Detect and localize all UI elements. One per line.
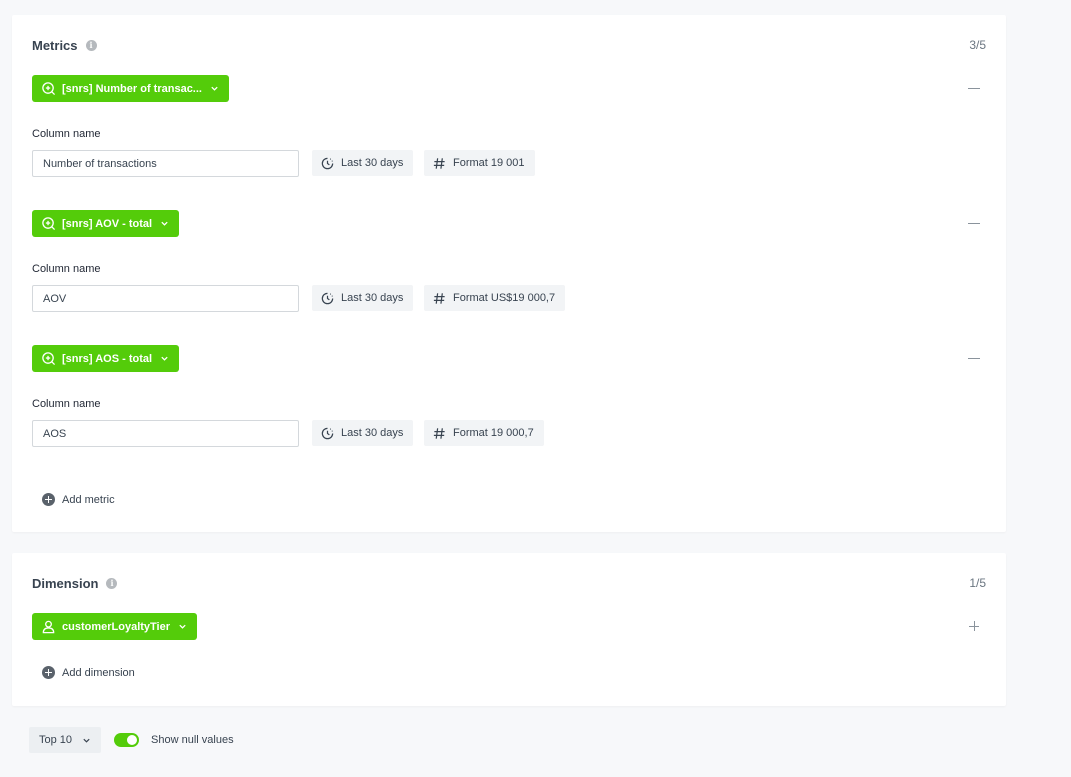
- metrics-title: Metrics i: [32, 38, 97, 53]
- add-dimension-button[interactable]: Add dimension: [42, 666, 135, 679]
- chevron-down-icon: [161, 356, 168, 361]
- remove-metric-button[interactable]: [967, 351, 981, 365]
- dimension-counter: 1/5: [969, 576, 986, 590]
- add-sub-dimension-button[interactable]: [967, 619, 981, 633]
- metric-item: [snrs] Number of transac... Column name …: [32, 75, 986, 185]
- metrics-card: Metrics i 3/5 [snrs] Number of transac..…: [12, 15, 1006, 532]
- metric-selector-button[interactable]: [snrs] AOV - total: [32, 210, 180, 237]
- dimension-title: Dimension i: [32, 576, 118, 591]
- remove-metric-button[interactable]: [967, 216, 981, 230]
- column-name-label: Column name: [32, 128, 101, 140]
- dimension-card: Dimension i 1/5 customerLoyaltyTier Add …: [12, 553, 1006, 706]
- format-chip[interactable]: Format 19 000,7: [424, 420, 544, 446]
- info-icon[interactable]: i: [85, 40, 97, 51]
- hash-icon: [433, 292, 445, 304]
- metric-item: [snrs] AOV - total Column name Last 30 d…: [32, 210, 986, 320]
- add-metric-label: Add metric: [62, 493, 115, 506]
- hash-icon: [433, 157, 445, 169]
- info-icon[interactable]: i: [106, 578, 118, 589]
- chevron-down-icon: [161, 221, 168, 226]
- period-chip[interactable]: Last 30 days: [312, 420, 414, 446]
- search-plus-icon: [42, 217, 56, 231]
- top-n-value: Top 10: [39, 734, 73, 746]
- search-plus-icon: [42, 82, 56, 96]
- column-name-input[interactable]: [32, 150, 299, 177]
- dimension-title-text: Dimension: [32, 576, 99, 591]
- metric-selector-label: [snrs] Number of transac...: [62, 82, 202, 95]
- user-icon: [42, 620, 55, 634]
- plus-circle-icon: [42, 493, 55, 506]
- period-chip-label: Last 30 days: [341, 157, 404, 169]
- column-name-label: Column name: [32, 398, 101, 410]
- hash-icon: [433, 427, 445, 439]
- chevron-down-icon: [179, 624, 186, 629]
- period-chip-label: Last 30 days: [341, 427, 404, 439]
- add-dimension-label: Add dimension: [62, 666, 135, 679]
- metrics-title-text: Metrics: [32, 38, 78, 53]
- format-chip-label: Format US$19 000,7: [453, 292, 556, 304]
- format-chip[interactable]: Format 19 001: [424, 150, 535, 176]
- period-chip-label: Last 30 days: [341, 292, 404, 304]
- show-null-label: Show null values: [151, 734, 234, 746]
- dimension-item: customerLoyaltyTier: [32, 613, 986, 643]
- metric-selector-label: [snrs] AOV - total: [62, 217, 153, 230]
- chevron-down-icon: [211, 86, 218, 91]
- clock-icon: [321, 157, 334, 169]
- clock-icon: [321, 292, 334, 304]
- period-chip[interactable]: Last 30 days: [312, 285, 414, 311]
- metric-selector-label: [snrs] AOS - total: [62, 352, 153, 365]
- metric-selector-button[interactable]: [snrs] Number of transac...: [32, 75, 229, 102]
- footer-controls: Top 10 Show null values: [29, 727, 234, 753]
- format-chip[interactable]: Format US$19 000,7: [424, 285, 566, 311]
- search-plus-icon: [42, 352, 56, 366]
- top-n-select[interactable]: Top 10: [29, 727, 102, 753]
- period-chip[interactable]: Last 30 days: [312, 150, 414, 176]
- chevron-down-icon: [83, 738, 90, 743]
- dimension-selector-button[interactable]: customerLoyaltyTier: [32, 613, 198, 640]
- metric-selector-button[interactable]: [snrs] AOS - total: [32, 345, 180, 372]
- show-null-toggle[interactable]: [114, 733, 140, 747]
- column-name-label: Column name: [32, 263, 101, 275]
- add-metric-button[interactable]: Add metric: [42, 493, 115, 506]
- column-name-input[interactable]: [32, 420, 299, 447]
- format-chip-label: Format 19 001: [453, 157, 525, 169]
- format-chip-label: Format 19 000,7: [453, 427, 534, 439]
- clock-icon: [321, 427, 334, 439]
- metrics-counter: 3/5: [969, 38, 986, 52]
- remove-metric-button[interactable]: [967, 81, 981, 95]
- metric-item: [snrs] AOS - total Column name Last 30 d…: [32, 345, 986, 455]
- dimension-selector-label: customerLoyaltyTier: [62, 620, 171, 633]
- column-name-input[interactable]: [32, 285, 299, 312]
- plus-circle-icon: [42, 666, 55, 679]
